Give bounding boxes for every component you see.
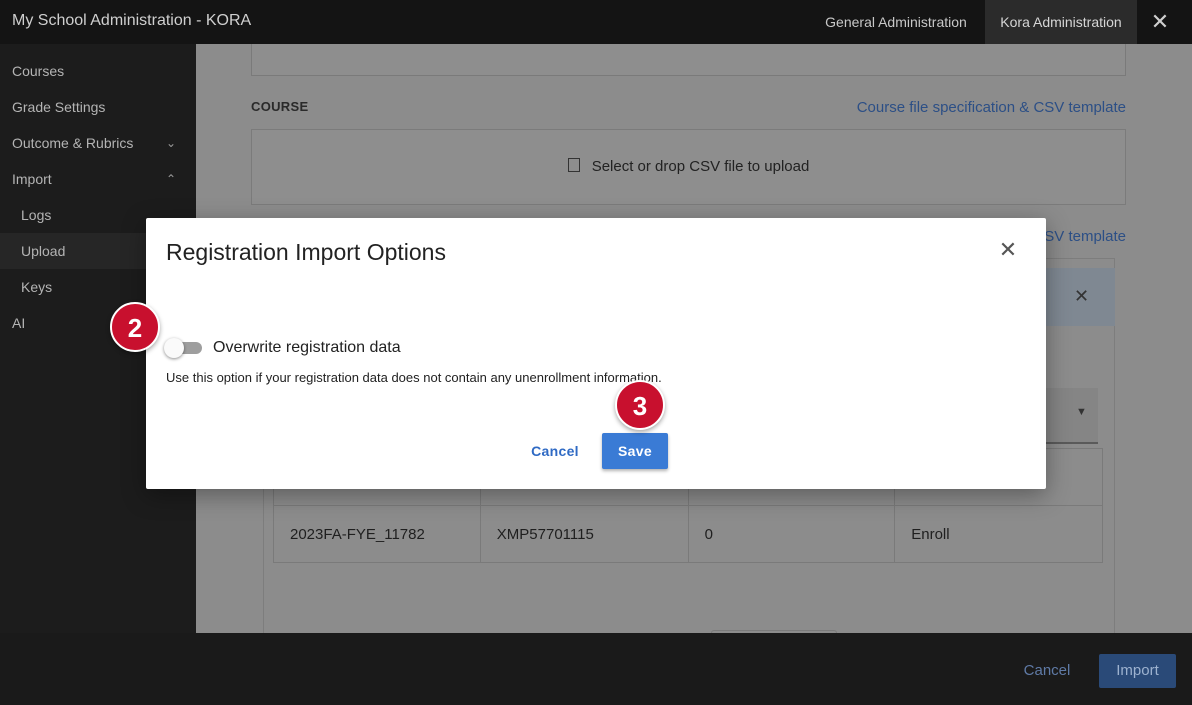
- step-badge: 3: [615, 380, 665, 430]
- drop-zone-text: Select or drop CSV file to upload: [591, 158, 810, 175]
- sidebar-item-outcome-rubrics[interactable]: Outcome & Rubrics ⌄: [0, 125, 196, 161]
- registration-import-options-dialog: Registration Import Options ✕ Overwrite …: [146, 218, 1046, 489]
- sidebar-item-courses[interactable]: Courses: [0, 53, 196, 89]
- chevron-down-icon: ⌄: [165, 136, 176, 150]
- footer-bar: Cancel Import: [0, 633, 1192, 705]
- sidebar-item-label: AI: [12, 315, 26, 331]
- table-cell: Enroll: [894, 505, 1103, 563]
- close-icon[interactable]: ✕: [994, 236, 1022, 264]
- table-cell: 2023FA-FYE_11782: [273, 505, 481, 563]
- course-spec-link[interactable]: Course file specification & CSV template: [857, 99, 1126, 116]
- close-icon[interactable]: ✕: [1074, 286, 1089, 307]
- help-text: Use this option if your registration dat…: [166, 370, 662, 385]
- table-cell: 0: [687, 505, 896, 563]
- chevron-up-icon: ⌃: [165, 172, 176, 186]
- sidebar-item-label: Upload: [21, 243, 66, 259]
- registration-spec-link[interactable]: SV template: [1044, 228, 1126, 245]
- overwrite-toggle[interactable]: [164, 338, 202, 358]
- table-cell: XMP57701115: [479, 505, 689, 563]
- tab-kora-administration[interactable]: Kora Administration: [985, 0, 1137, 44]
- top-bar: My School Administration - KORA General …: [0, 0, 1192, 44]
- sidebar-item-grade-settings[interactable]: Grade Settings: [0, 89, 196, 125]
- import-button[interactable]: Import: [1099, 654, 1176, 688]
- caret-down-icon: ▼: [1076, 406, 1087, 418]
- close-icon[interactable]: ✕: [1140, 0, 1180, 44]
- sidebar-item-label: Import: [12, 171, 52, 187]
- dialog-title: Registration Import Options: [166, 239, 446, 265]
- sidebar-item-label: Grade Settings: [12, 99, 106, 115]
- sidebar-item-label: Keys: [21, 279, 53, 295]
- upload-card: [251, 44, 1126, 76]
- sidebar-item-label: Outcome & Rubrics: [12, 135, 134, 151]
- sidebar-item-label: Logs: [21, 207, 52, 223]
- course-section-label: COURSE: [251, 99, 309, 114]
- sidebar-item-import[interactable]: Import ⌃: [0, 161, 196, 197]
- save-button[interactable]: Save: [602, 433, 668, 469]
- cancel-button[interactable]: Cancel: [520, 434, 590, 468]
- table-row: 2023FA-FYE_11782 XMP57701115 0 Enroll: [273, 505, 1103, 563]
- file-upload-icon: [567, 158, 580, 172]
- step-badge: 2: [110, 302, 160, 352]
- sidebar-item-label: Courses: [12, 63, 65, 79]
- course-drop-zone[interactable]: Select or drop CSV file to upload: [251, 129, 1126, 205]
- toggle-thumb: [164, 338, 184, 358]
- toggle-label: Overwrite registration data: [213, 339, 401, 356]
- app-title: My School Administration - KORA: [12, 12, 252, 29]
- tab-general-administration[interactable]: General Administration: [808, 0, 984, 44]
- footer-cancel-button[interactable]: Cancel: [1008, 654, 1086, 688]
